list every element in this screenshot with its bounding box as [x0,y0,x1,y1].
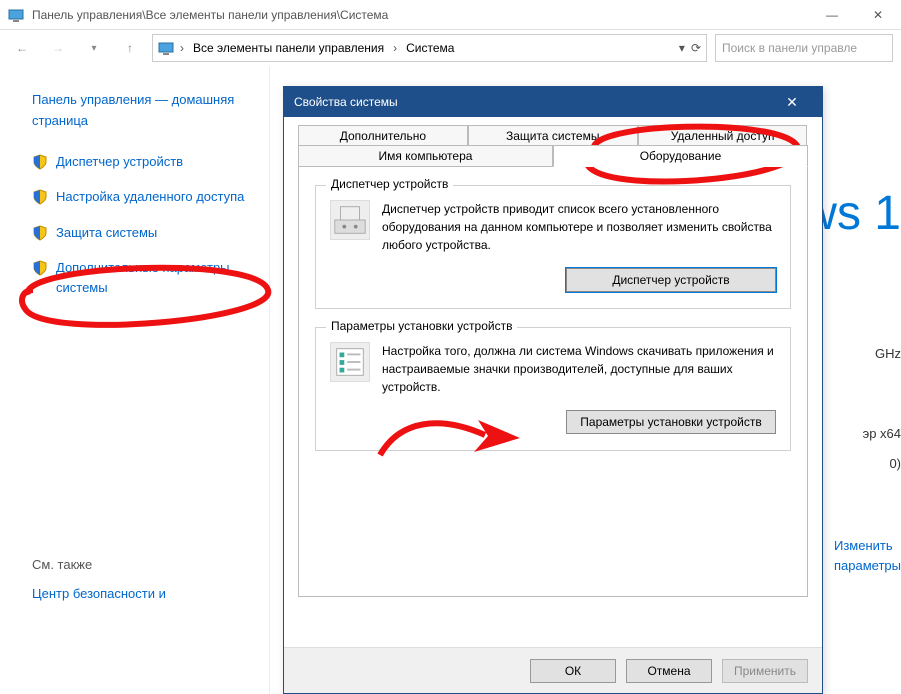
dialog-titlebar: Свойства системы ✕ [284,87,822,117]
ok-button[interactable]: ОК [530,659,616,683]
sidebar-item-protection[interactable]: Защита системы [32,223,259,243]
up-button[interactable]: ↑ [116,34,144,62]
sidebar-item-label: Диспетчер устройств [56,152,183,172]
dialog-close-button[interactable]: ✕ [772,94,812,111]
tab-advanced[interactable]: Дополнительно [298,125,468,146]
breadcrumb-item[interactable]: Система [403,41,457,55]
group-device-install-settings: Параметры установки устройств Настройка … [315,327,791,451]
dropdown-icon[interactable]: ▾ [679,41,685,55]
back-button[interactable]: ← [8,34,36,62]
sidebar-item-label: Защита системы [56,223,157,243]
tab-strip: Дополнительно Защита системы Удаленный д… [298,125,808,167]
group-title: Параметры установки устройств [326,319,517,333]
info-text: эр x64 [863,426,901,441]
dialog-title: Свойства системы [294,95,398,109]
toolbar: ← → ▾ ↑ › Все элементы панели управления… [0,30,901,66]
system-icon [8,7,24,23]
search-input[interactable]: Поиск в панели управле [715,34,893,62]
sidebar-item-label: Настройка удаленного доступа [56,187,244,207]
shield-icon [32,260,48,276]
chevron-right-icon: › [180,41,184,55]
group-title: Диспетчер устройств [326,177,453,191]
shield-icon [32,225,48,241]
checklist-icon [330,342,370,382]
close-button[interactable]: ✕ [855,0,901,30]
device-install-settings-button[interactable]: Параметры установки устройств [566,410,776,434]
recent-button[interactable]: ▾ [80,34,108,62]
window-titlebar: Панель управления\Все элементы панели уп… [0,0,901,30]
sidebar-home-link[interactable]: Панель управления — домашняя страница [32,90,259,132]
change-settings-link[interactable]: Изменить параметры [834,536,901,575]
system-properties-dialog: Свойства системы ✕ Дополнительно Защита … [283,86,823,694]
sidebar-item-advanced[interactable]: Дополнительные параметры системы [32,258,259,297]
tab-computer-name[interactable]: Имя компьютера [298,145,553,167]
minimize-button[interactable]: — [809,0,855,30]
group-device-manager: Диспетчер устройств Диспетчер устройств … [315,185,791,309]
tab-content: Диспетчер устройств Диспетчер устройств … [298,167,808,597]
sidebar: Панель управления — домашняя страница Ди… [0,66,270,694]
tab-remote[interactable]: Удаленный доступ [638,125,808,146]
group-text: Диспетчер устройств приводит список всег… [382,200,776,254]
tab-protection[interactable]: Защита системы [468,125,638,146]
window-title: Панель управления\Все элементы панели уп… [32,8,388,22]
info-text: 0) [889,456,901,471]
group-text: Настройка того, должна ли система Window… [382,342,776,396]
tab-hardware[interactable]: Оборудование [553,145,808,167]
sidebar-item-remote[interactable]: Настройка удаленного доступа [32,187,259,207]
shield-icon [32,189,48,205]
dialog-button-row: ОК Отмена Применить [284,647,822,693]
forward-button[interactable]: → [44,34,72,62]
shield-icon [32,154,48,170]
chevron-right-icon: › [393,41,397,55]
device-manager-icon [330,200,370,240]
search-placeholder: Поиск в панели управле [722,41,857,55]
see-also-link[interactable]: Центр безопасности и [32,586,259,601]
breadcrumb[interactable]: › Все элементы панели управления › Систе… [152,34,707,62]
apply-button[interactable]: Применить [722,659,808,683]
monitor-icon [158,40,174,56]
breadcrumb-item[interactable]: Все элементы панели управления [190,41,387,55]
see-also-label: См. также [32,557,259,572]
cancel-button[interactable]: Отмена [626,659,712,683]
sidebar-item-device-manager[interactable]: Диспетчер устройств [32,152,259,172]
info-text: GHz [875,346,901,361]
refresh-icon[interactable]: ⟳ [691,41,701,55]
sidebar-item-label: Дополнительные параметры системы [56,258,259,297]
device-manager-button[interactable]: Диспетчер устройств [566,268,776,292]
